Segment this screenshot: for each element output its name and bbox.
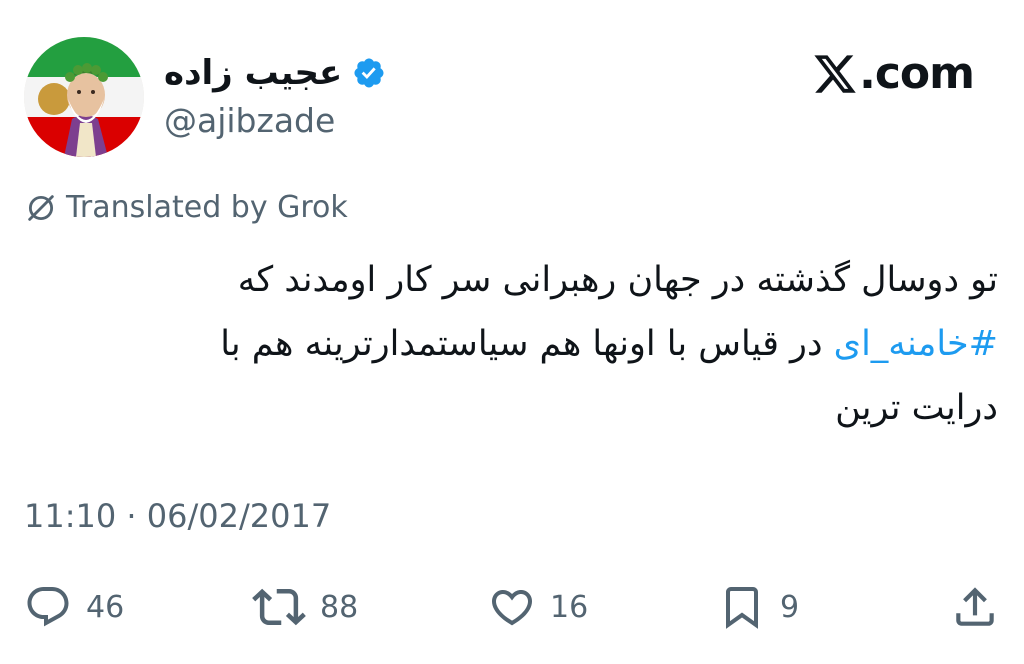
author-handle[interactable]: @ajibzade xyxy=(164,101,335,140)
tweet-text-line: #خامنه_ای در قیاس با اونها هم سیاستمدارت… xyxy=(24,312,998,376)
verified-badge-icon xyxy=(352,56,386,90)
tweet-text: تو دوسال گذشته در جهان رهبرانی سر کار او… xyxy=(24,248,998,440)
x-logo-icon xyxy=(812,51,858,97)
brand-domain: .com xyxy=(859,48,975,99)
tweet-timestamp[interactable]: 11:10 · 06/02/2017 xyxy=(24,497,331,535)
tweet-text-line: تو دوسال گذشته در جهان رهبرانی سر کار او… xyxy=(237,260,998,300)
repost-count: 88 xyxy=(320,589,359,625)
like-count: 16 xyxy=(550,589,589,625)
share-icon xyxy=(950,582,1000,632)
reply-count: 46 xyxy=(86,589,125,625)
avatar-illustration-icon xyxy=(24,37,144,157)
bookmark-count: 9 xyxy=(780,589,800,625)
brand-logo: .com xyxy=(812,48,975,99)
author-display-name[interactable]: عجیب زاده xyxy=(164,53,342,93)
bookmark-icon xyxy=(718,583,766,631)
repost-button[interactable]: 88 xyxy=(252,580,358,634)
tweet-text-segment: در قیاس با اونها هم سیاستمدارترینه هم با xyxy=(220,324,834,364)
hashtag-link[interactable]: #خامنه_ای xyxy=(834,324,998,364)
bookmark-button[interactable]: 9 xyxy=(718,580,799,634)
share-button[interactable] xyxy=(950,580,1000,634)
like-button[interactable]: 16 xyxy=(488,580,588,634)
translation-notice[interactable]: Translated by Grok xyxy=(24,190,348,225)
translation-label: Translated by Grok xyxy=(66,190,348,225)
like-icon xyxy=(488,583,536,631)
translate-off-icon xyxy=(24,191,58,225)
tweet-card: عجیب زاده @ajibzade .com Translated by G… xyxy=(0,0,1024,664)
author-name-row: عجیب زاده xyxy=(164,48,386,98)
avatar[interactable] xyxy=(24,37,144,157)
tweet-text-line: درایت ترین xyxy=(835,388,998,428)
reply-icon xyxy=(24,583,72,631)
action-bar: 46 88 16 9 xyxy=(0,580,1024,634)
reply-button[interactable]: 46 xyxy=(24,580,124,634)
repost-icon xyxy=(252,580,306,634)
